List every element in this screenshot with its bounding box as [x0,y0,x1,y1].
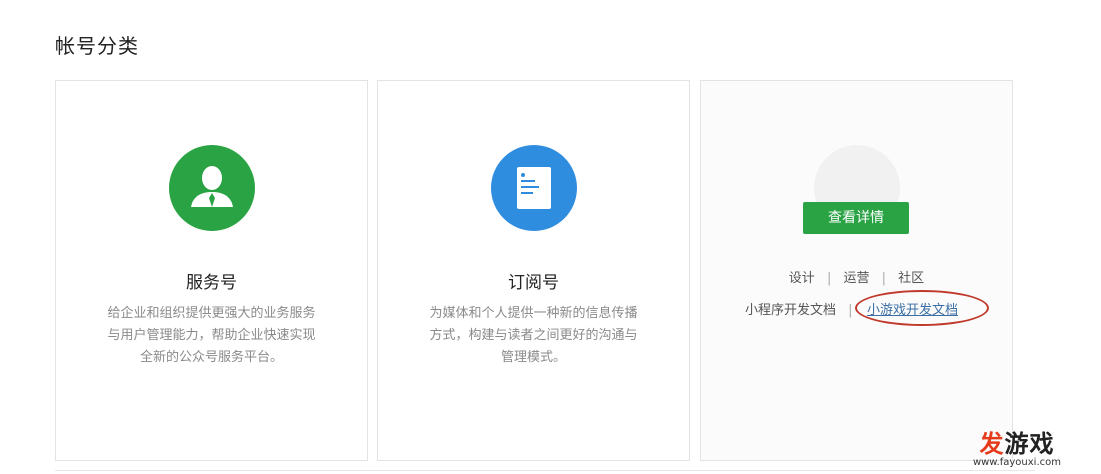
watermark-logo: 发游戏 www.fayouxi.com [972,430,1061,468]
card-title: 服务号 [186,273,237,293]
link-separator: | [881,271,887,286]
person-icon [168,145,255,231]
link-separator: | [826,271,832,286]
resource-links: 设计 | 运营 | 社区 [701,267,1012,286]
doc-links: 小程序开发文档 | [745,299,861,318]
link-operations[interactable]: 运营 [843,271,869,286]
document-icon [490,145,577,231]
section-title: 帐号分类 [55,34,139,58]
link-community[interactable]: 社区 [898,271,924,286]
card-description: 为媒体和个人提供一种新的信息传播 方式，构建与读者之间更好的沟通与 管理模式。 [429,306,638,365]
link-separator: | [848,303,853,318]
view-details-button[interactable]: 查看详情 [803,202,909,234]
card-service-account[interactable]: 服务号 给企业和组织提供更强大的业务服务 与用户管理能力，帮助企业快速实现 全新… [55,80,368,461]
link-mini-program-docs[interactable]: 小程序开发文档 [745,303,836,318]
link-mini-game-docs[interactable]: 小游戏开发文档 [867,299,958,318]
card-title: 订阅号 [508,273,559,293]
card-subscription-account[interactable]: 订阅号 为媒体和个人提供一种新的信息传播 方式，构建与读者之间更好的沟通与 管理… [377,80,690,461]
divider [55,470,1035,471]
card-mini-program[interactable]: 查看详情 设计 | 运营 | 社区 小程序开发文档 | 小游戏开发文档 [700,80,1013,461]
card-description: 给企业和组织提供更强大的业务服务 与用户管理能力，帮助企业快速实现 全新的公众号… [107,306,316,365]
link-design[interactable]: 设计 [789,271,815,286]
